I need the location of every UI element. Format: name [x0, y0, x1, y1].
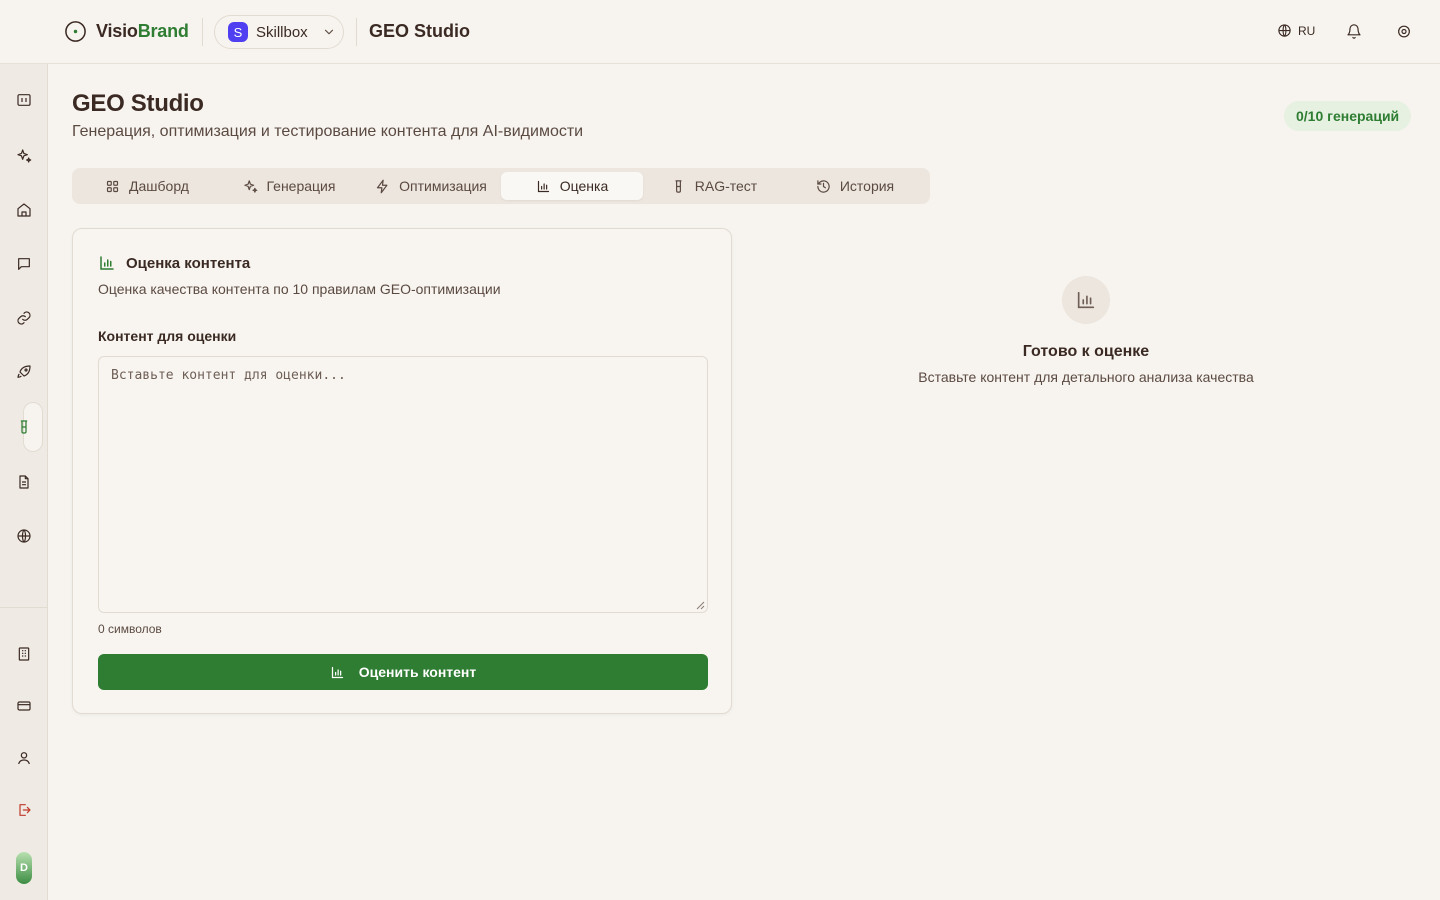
- logout-icon: [16, 802, 32, 818]
- user-avatar[interactable]: D: [16, 852, 32, 884]
- flask-icon: [16, 419, 32, 435]
- user-icon: [16, 750, 32, 766]
- header-divider: [356, 18, 357, 46]
- sidebar-item-geo-studio[interactable]: [15, 418, 33, 436]
- evaluate-button-label: Оценить контент: [358, 664, 477, 680]
- credit-card-icon: [16, 698, 32, 714]
- tab-history[interactable]: История: [784, 172, 926, 200]
- org-name: Skillbox: [256, 23, 308, 41]
- tab-generation[interactable]: Генерация: [218, 172, 360, 200]
- tab-dashboard[interactable]: Дашборд: [76, 172, 218, 200]
- dashboard-icon: [105, 179, 120, 194]
- sidebar-item-home[interactable]: [15, 201, 33, 219]
- empty-state-subtitle: Вставьте контент для детального анализа …: [918, 369, 1254, 385]
- lightning-icon: [375, 179, 390, 194]
- evaluate-content-button[interactable]: Оценить контент: [98, 654, 708, 690]
- brand-name-accent: Brand: [137, 21, 189, 41]
- sidebar-item-documents[interactable]: [15, 473, 33, 491]
- tab-label: Генерация: [266, 178, 336, 194]
- language-switcher[interactable]: RU: [1277, 23, 1315, 38]
- sidebar-item-ai[interactable]: [15, 147, 33, 165]
- theme-toggle-icon[interactable]: [1396, 23, 1412, 40]
- notifications-bell-icon[interactable]: [1346, 23, 1362, 40]
- sparkles-icon: [243, 179, 258, 194]
- page-subtitle: Генерация, оптимизация и тестирование ко…: [72, 123, 584, 140]
- bar-chart-icon: [330, 665, 345, 680]
- language-label: RU: [1298, 23, 1316, 38]
- tab-evaluation[interactable]: Оценка: [501, 172, 643, 200]
- tab-label: Оценка: [559, 178, 609, 194]
- top-bar: VisioBrand S Skillbox GEO Studio RU: [0, 0, 1440, 64]
- globe-icon: [16, 528, 32, 544]
- globe-icon: [1277, 23, 1292, 38]
- evaluation-card: Оценка контента Оценка качества контента…: [72, 228, 732, 714]
- flask-icon: [671, 179, 686, 194]
- section-title: GEO Studio: [369, 21, 470, 41]
- home-icon: [16, 202, 32, 218]
- logo-icon: [64, 20, 87, 43]
- bar-chart-icon: [98, 254, 116, 272]
- brand-name: VisioBrand: [96, 21, 189, 42]
- tab-optimization[interactable]: Оптимизация: [360, 172, 502, 200]
- header-divider: [202, 18, 203, 46]
- tab-label: Дашборд: [129, 178, 189, 194]
- sidebar-item-chat[interactable]: [15, 255, 33, 273]
- org-avatar: S: [228, 22, 248, 42]
- content-field-label: Контент для оценки: [98, 328, 237, 344]
- bar-chart-icon: [1075, 289, 1097, 311]
- tab-label: История: [839, 178, 895, 194]
- sidebar-item-launch[interactable]: [15, 363, 33, 381]
- bar-chart-icon: [536, 179, 551, 194]
- generations-badge: 0/10 генераций: [1284, 101, 1412, 131]
- char-count: 0 символов: [98, 622, 162, 636]
- tab-label: Оптимизация: [399, 178, 487, 194]
- tab-rag-test[interactable]: RAG-тест: [643, 172, 785, 200]
- sidebar-item-company[interactable]: [15, 645, 33, 663]
- brand-name-main: Visio: [96, 21, 138, 41]
- resize-handle-icon[interactable]: [696, 601, 705, 610]
- tab-label: RAG-тест: [694, 178, 758, 194]
- history-icon: [816, 179, 831, 194]
- chat-icon: [16, 256, 32, 272]
- building-icon: [16, 646, 32, 662]
- card-title: Оценка контента: [126, 254, 251, 272]
- left-sidebar: D: [0, 64, 48, 900]
- document-icon: [16, 474, 32, 490]
- organization-select[interactable]: S Skillbox: [214, 15, 344, 49]
- sidebar-item-logout[interactable]: [15, 801, 33, 819]
- sidebar-toggle[interactable]: [15, 91, 33, 109]
- panel-toggle-icon: [16, 92, 32, 108]
- sidebar-item-web[interactable]: [15, 527, 33, 545]
- sidebar-item-billing[interactable]: [15, 697, 33, 715]
- page-title: GEO Studio: [72, 90, 204, 117]
- sidebar-divider: [0, 607, 48, 608]
- card-subtitle: Оценка качества контента по 10 правилам …: [98, 281, 501, 297]
- geo-tabs: Дашборд Генерация Оптимизация Оценка RAG…: [72, 168, 930, 204]
- sidebar-item-profile[interactable]: [15, 749, 33, 767]
- sparkles-icon: [16, 148, 32, 164]
- brand-logo[interactable]: VisioBrand: [64, 20, 189, 43]
- sidebar-item-links[interactable]: [15, 309, 33, 327]
- link-icon: [16, 310, 32, 326]
- empty-state-icon-circle: [1062, 276, 1110, 324]
- card-header: Оценка контента: [98, 254, 250, 272]
- content-textarea[interactable]: [98, 356, 708, 613]
- chevron-down-icon: [322, 25, 336, 39]
- rocket-icon: [16, 364, 32, 380]
- empty-state-title: Готово к оценке: [1022, 343, 1150, 360]
